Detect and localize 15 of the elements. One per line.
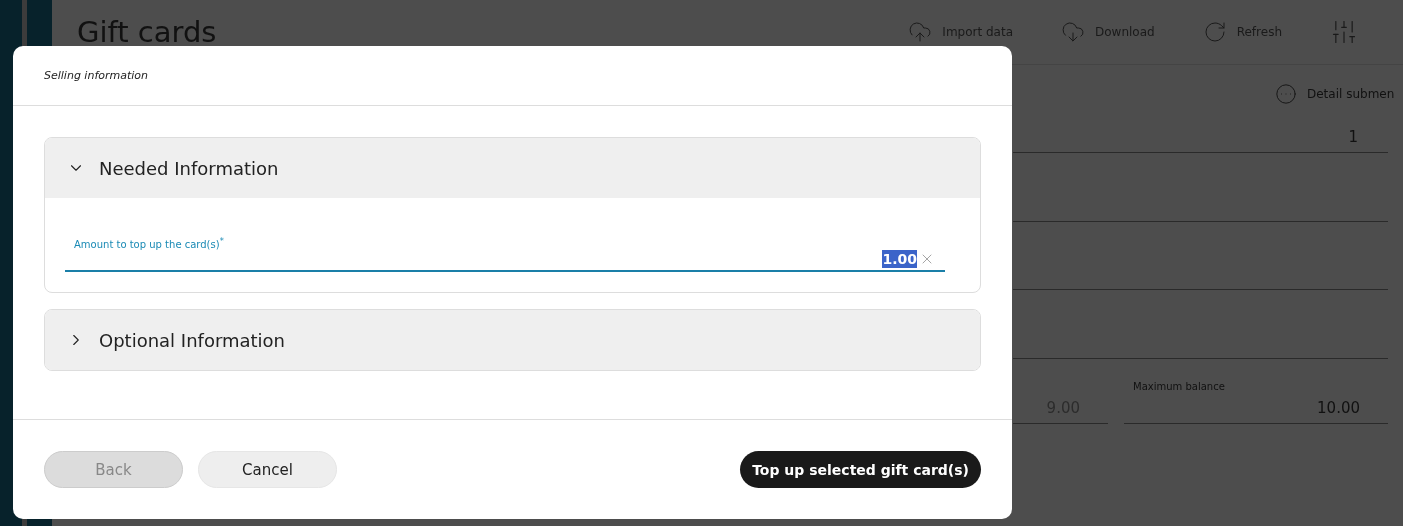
quantity-value: 1 xyxy=(1348,128,1358,146)
more-icon[interactable] xyxy=(1275,83,1297,105)
field-label: Maximum balance xyxy=(1133,381,1226,392)
dialog-button[interactable]: Cancel xyxy=(198,451,337,488)
submit-button[interactable]: Top up selected gift card(s) xyxy=(740,451,981,488)
accordion-header[interactable]: Needed Information xyxy=(45,138,980,198)
cloud-download-icon xyxy=(1061,20,1085,44)
field-value: 10.00 xyxy=(1317,399,1360,417)
refresh-icon xyxy=(1202,20,1227,44)
dialog-title: Selling information xyxy=(44,69,149,82)
sliders-icon[interactable] xyxy=(1330,18,1358,46)
accordion-header[interactable]: Optional Information xyxy=(45,310,980,371)
page-title: Gift cards xyxy=(77,15,218,49)
cloud-upload-icon xyxy=(908,20,933,44)
amount-field[interactable]: Amount to top up the card(s)$^{*}$ 1.00 xyxy=(65,236,945,273)
